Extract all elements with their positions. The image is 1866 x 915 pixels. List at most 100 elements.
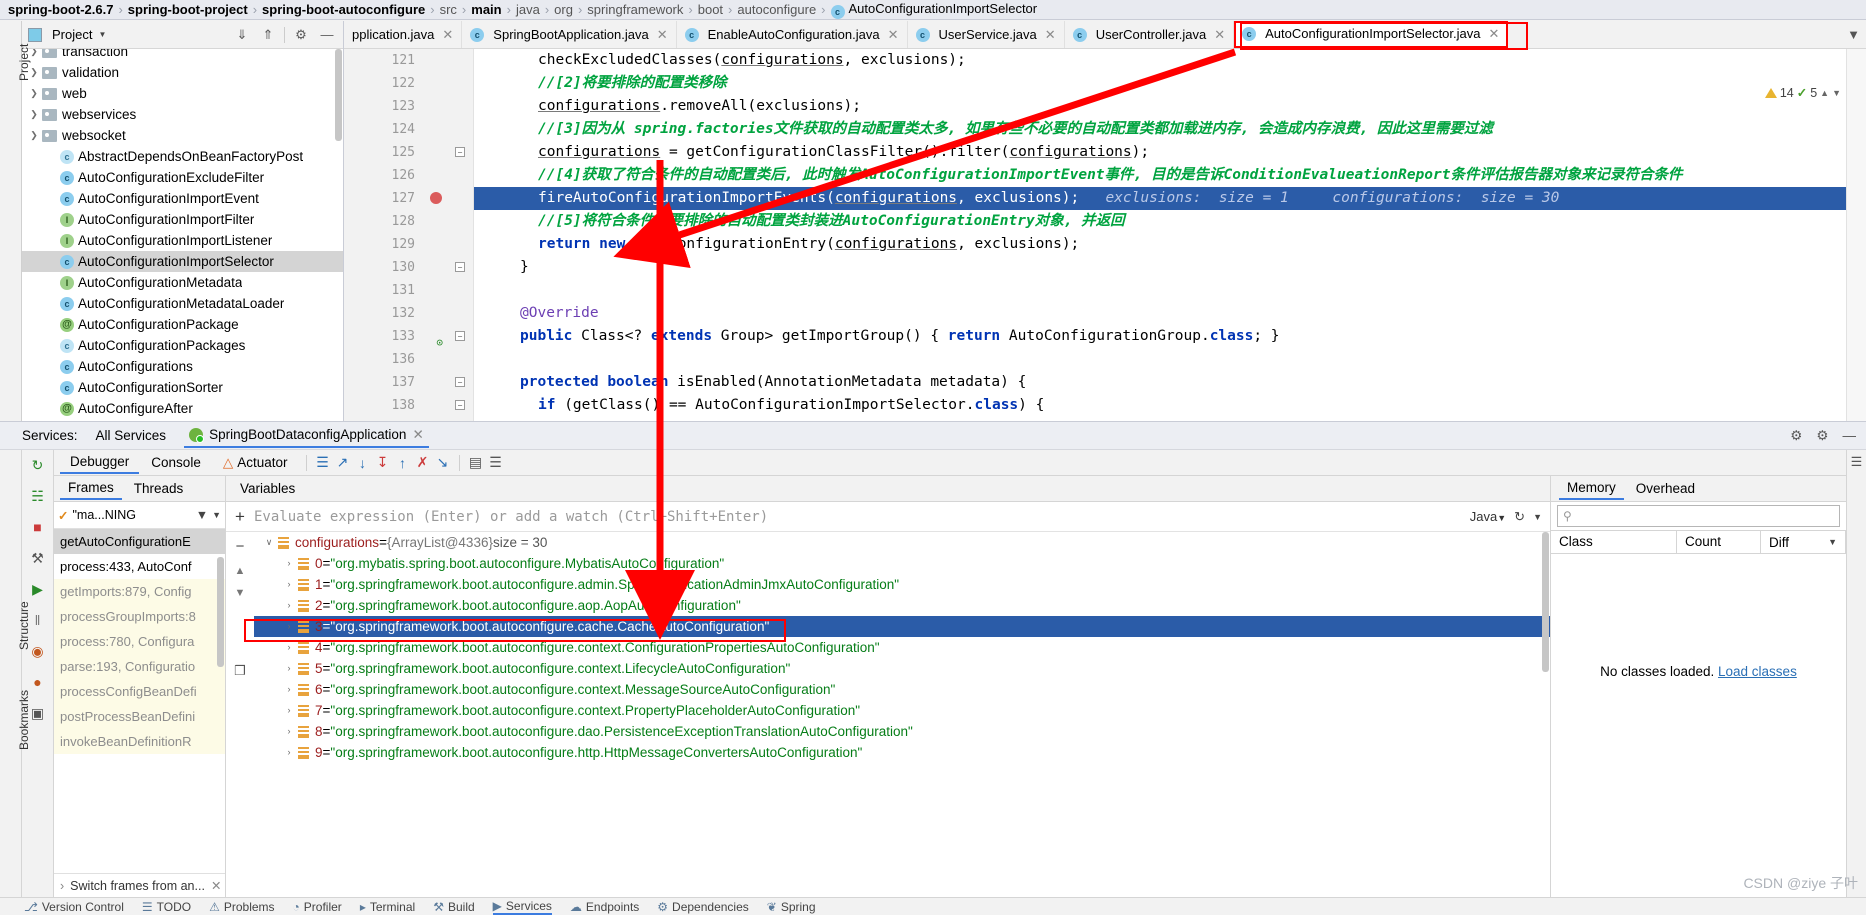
fold-marker-icon[interactable]: − xyxy=(455,400,465,410)
project-tree-node[interactable]: c AutoConfigurations xyxy=(22,356,343,377)
code-line[interactable]: //[5]将符合条件和要排除的自动配置类封装进AutoConfiguration… xyxy=(474,210,1866,233)
breadcrumb-item-5[interactable]: java xyxy=(512,2,544,17)
project-tree-node[interactable]: I AutoConfigurationImportFilter xyxy=(22,209,343,230)
step-out-icon[interactable]: ↑ xyxy=(393,453,413,473)
expand-arrow-icon[interactable]: › xyxy=(280,637,298,658)
frame-list-item[interactable]: getAutoConfigurationE xyxy=(54,529,225,554)
close-icon[interactable]: ✕ xyxy=(1214,27,1225,43)
close-icon[interactable]: ✕ xyxy=(412,427,423,443)
fold-marker-icon[interactable]: − xyxy=(455,262,465,272)
project-tree-node[interactable]: ❯ validation xyxy=(22,62,343,83)
project-tree-node[interactable]: c AutoConfigurationMetadataLoader xyxy=(22,293,343,314)
hide-panel-icon[interactable]: — xyxy=(317,25,337,45)
variable-row[interactable]: ∨ configurations = {ArrayList@4336} size … xyxy=(254,532,1550,553)
variable-row[interactable]: › 6 = "org.springframework.boot.autoconfi… xyxy=(254,679,1550,700)
settings-icon[interactable]: ☰ xyxy=(486,453,506,473)
close-icon[interactable]: ✕ xyxy=(211,878,221,893)
force-step-into-icon[interactable]: ↧ xyxy=(373,453,393,473)
status-bar-item-terminal[interactable]: ▸ Terminal xyxy=(360,900,415,914)
code-line[interactable]: @Override xyxy=(474,302,1866,325)
code-line[interactable]: protected boolean isEnabled(AnnotationMe… xyxy=(474,371,1866,394)
editor-tab-bar[interactable]: pplication.java ✕ c SpringBootApplication.j… xyxy=(344,21,1866,49)
bottom-right-strip[interactable]: ☰ xyxy=(1846,450,1866,897)
tab-actuator[interactable]: △ Actuator xyxy=(213,452,298,474)
memory-tabs[interactable]: Memory Overhead xyxy=(1551,476,1846,502)
variables-tree[interactable]: ∨ configurations = {ArrayList@4336} size … xyxy=(254,532,1550,897)
debugger-side-toolbar[interactable]: ↻ ☵ ■ ⚒ ▶ ‖ ◉ ● ▣ xyxy=(22,450,54,897)
run-config-tab[interactable]: SpringBootDataconfigApplication ✕ xyxy=(184,424,429,448)
code-line[interactable]: return new AutoConfigurationEntry(config… xyxy=(474,233,1866,256)
settings-wrench-icon[interactable]: ⚒ xyxy=(27,547,49,569)
frame-list-item[interactable]: parse:193, Configuratio xyxy=(54,654,225,679)
code-line[interactable]: } xyxy=(474,256,1866,279)
breakpoint-icon[interactable] xyxy=(430,192,443,205)
expand-arrow-icon[interactable]: › xyxy=(280,721,298,742)
settings-extra-icon[interactable]: ⚙ xyxy=(1790,428,1802,444)
frame-list-item[interactable]: processConfigBeanDefi xyxy=(54,679,225,704)
breadcrumb-item-7[interactable]: springframework xyxy=(583,2,687,17)
inspection-scrollbar[interactable] xyxy=(1846,49,1866,421)
column-header-class[interactable]: Class xyxy=(1551,531,1677,553)
code-line[interactable]: //[2]将要排除的配置类移除 xyxy=(474,72,1866,95)
settings-gear-icon[interactable]: ⚙ xyxy=(291,25,311,45)
status-bar-item-endpoints[interactable]: ☁ Endpoints xyxy=(570,900,639,914)
expand-arrow-icon[interactable]: › xyxy=(280,679,298,700)
expand-arrow-icon[interactable]: › xyxy=(280,700,298,721)
frame-list-item[interactable]: invokeBeanDefinitionR xyxy=(54,729,225,754)
variable-row[interactable]: › 3 = "org.springframework.boot.autoconfi… xyxy=(254,616,1550,637)
variable-row[interactable]: › 1 = "org.springframework.boot.autoconfi… xyxy=(254,574,1550,595)
status-bar-item-build[interactable]: ⚒ Build xyxy=(433,900,474,914)
language-selector[interactable]: Java▼ xyxy=(1470,509,1506,524)
expand-arrow-icon[interactable]: ∨ xyxy=(260,532,278,553)
left-tool-strip[interactable]: Project xyxy=(0,21,31,421)
status-bar-item-problems[interactable]: ⚠ Problems xyxy=(209,900,274,914)
scroll-up-icon[interactable]: ▲ xyxy=(235,565,246,577)
stop-icon[interactable]: ■ xyxy=(27,516,49,538)
tab-threads[interactable]: Threads xyxy=(126,478,192,499)
fold-marker-icon[interactable]: − xyxy=(455,147,465,157)
all-services-tab[interactable]: All Services xyxy=(96,428,167,443)
tab-variables[interactable]: Variables xyxy=(240,481,295,496)
expand-arrow-icon[interactable]: ❯ xyxy=(26,109,42,120)
expand-arrow-icon[interactable]: ❯ xyxy=(26,49,42,57)
breadcrumb-item-8[interactable]: boot xyxy=(694,2,727,17)
code-line[interactable] xyxy=(474,279,1866,302)
status-bar[interactable]: ⎇ Version Control ☰ TODO ⚠ Problems ◔ Profiler ▸… xyxy=(0,897,1866,915)
chevron-up-icon[interactable]: ▲ xyxy=(1820,88,1829,98)
show-execution-point-icon[interactable]: ☰ xyxy=(313,453,333,473)
evaluate-expression-row[interactable]: + Evaluate expression (Enter) or add a w… xyxy=(226,502,1550,532)
close-icon[interactable]: ✕ xyxy=(442,27,453,43)
plus-icon[interactable]: + xyxy=(226,507,254,527)
project-tree-node[interactable]: @ AutoConfigureAfter xyxy=(22,398,343,419)
expand-arrow-icon[interactable]: ❯ xyxy=(26,67,42,78)
frame-list-item[interactable]: getImports:879, Config xyxy=(54,579,225,604)
expand-arrow-icon[interactable]: › xyxy=(280,742,298,763)
status-bar-item-services[interactable]: ▶ Services xyxy=(492,899,552,915)
project-tree-node[interactable]: ❯ webservices xyxy=(22,104,343,125)
close-icon[interactable]: ✕ xyxy=(1489,26,1500,42)
evaluate-expression-input[interactable]: Evaluate expression (Enter) or add a wat… xyxy=(254,509,1470,525)
fold-marker-icon[interactable]: − xyxy=(455,331,465,341)
variable-row[interactable]: › 4 = "org.springframework.boot.autoconfi… xyxy=(254,637,1550,658)
expand-arrow-icon[interactable]: › xyxy=(280,595,298,616)
resume-program-icon[interactable]: ▶ xyxy=(27,578,49,600)
close-icon[interactable]: ✕ xyxy=(1045,27,1056,43)
tab-memory[interactable]: Memory xyxy=(1559,477,1624,500)
breadcrumb-item-10[interactable]: c AutoConfigurationImportSelector xyxy=(827,1,1042,19)
code-line[interactable]: //[4]获取了符合条件的自动配置类后, 此时触发AutoConfigurati… xyxy=(474,164,1866,187)
switch-frames-hint[interactable]: › Switch frames from an... ✕ xyxy=(54,873,225,897)
code-line[interactable]: configurations = getConfigurationClassFi… xyxy=(474,141,1866,164)
code-line[interactable]: checkExcludedClasses(configurations, exc… xyxy=(474,49,1866,72)
code-area[interactable]: checkExcludedClasses(configurations, exc… xyxy=(474,49,1866,421)
breadcrumb-item-3[interactable]: src xyxy=(436,2,461,17)
breadcrumb-item-9[interactable]: autoconfigure xyxy=(733,2,820,17)
collapse-all-icon[interactable]: ⇑ xyxy=(258,25,278,45)
project-tree-scrollbar[interactable] xyxy=(335,49,342,141)
fold-marker-icon[interactable]: − xyxy=(455,377,465,387)
variable-row[interactable]: › 8 = "org.springframework.boot.autoconfi… xyxy=(254,721,1550,742)
notifications-icon[interactable]: ☰ xyxy=(1851,454,1863,470)
chevron-down-icon[interactable]: ▼ xyxy=(1832,88,1841,98)
expand-arrow-icon[interactable]: › xyxy=(280,574,298,595)
memory-search-input[interactable]: ⚲ xyxy=(1557,505,1840,527)
status-bar-item-profiler[interactable]: ◔ Profiler xyxy=(293,900,342,914)
